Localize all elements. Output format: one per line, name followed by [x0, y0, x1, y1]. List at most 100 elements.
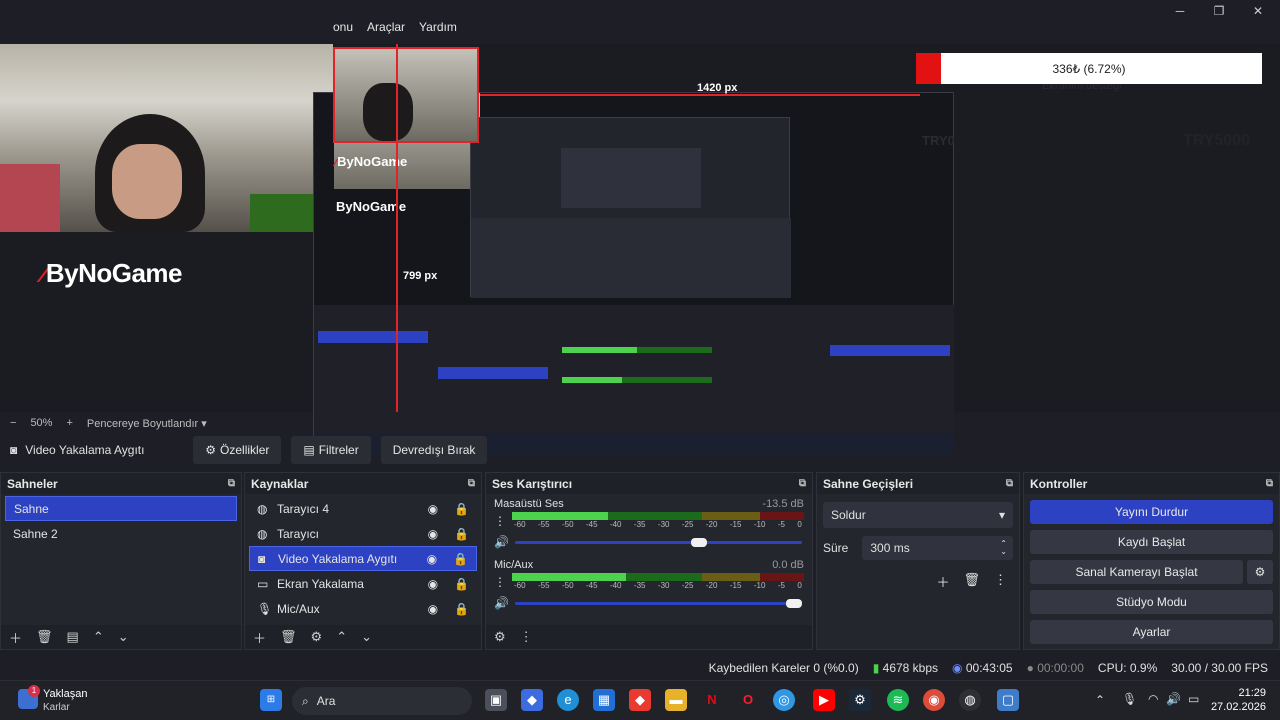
- gear-icon[interactable]: ⚙: [311, 629, 323, 645]
- task-view-icon[interactable]: ▣: [485, 689, 507, 711]
- undock-icon[interactable]: ⧉: [1266, 478, 1273, 489]
- chevron-up-icon[interactable]: ⌃: [93, 629, 104, 645]
- trash-icon[interactable]: 🗑: [280, 629, 297, 645]
- chrome-icon[interactable]: ◉: [923, 689, 945, 711]
- filter-icon[interactable]: ▤: [67, 629, 79, 645]
- copilot-icon[interactable]: ◆: [521, 689, 543, 711]
- selection-box[interactable]: [333, 47, 479, 143]
- source-item[interactable]: ◍ Tarayıcı 4 ◉ 🔒: [249, 496, 477, 521]
- menu-item-tools[interactable]: Araçlar: [367, 20, 405, 42]
- add-icon[interactable]: ＋: [253, 628, 266, 647]
- volume-icon[interactable]: 🔊: [1166, 692, 1181, 706]
- scene-item[interactable]: Sahne 2: [5, 521, 237, 546]
- clock-time[interactable]: 21:29: [1214, 687, 1266, 699]
- battery-icon[interactable]: ▭: [1188, 692, 1199, 706]
- gear-icon[interactable]: ⚙: [1247, 560, 1273, 584]
- close-button[interactable]: ✕: [1240, 2, 1276, 20]
- source-item[interactable]: ◍ Tarayıcı ◉ 🔒: [249, 521, 477, 546]
- start-virtual-camera-button[interactable]: Sanal Kamerayı Başlat: [1030, 560, 1243, 584]
- opera-icon[interactable]: O: [737, 689, 759, 711]
- undock-icon[interactable]: ⧉: [799, 478, 806, 489]
- advanced-audio-icon[interactable]: ⚙: [494, 629, 506, 645]
- menu-item-tools-partial[interactable]: onu: [333, 20, 353, 42]
- duration-input[interactable]: 300 ms ⌃ ⌄: [862, 536, 1013, 560]
- transition-select[interactable]: Soldur ▾: [823, 502, 1013, 528]
- volume-knob[interactable]: [691, 537, 708, 547]
- undock-icon[interactable]: ⧉: [468, 478, 475, 489]
- trash-icon[interactable]: 🗑: [963, 572, 980, 591]
- properties-button[interactable]: ⚙ Özellikler: [193, 436, 282, 464]
- fit-label: Pencereye Boyutlandır: [86, 417, 199, 430]
- transitions-dock: Sahne Geçişleri ⧉ Soldur ▾ Süre 300 ms ⌃ ⌄ ＋…: [816, 472, 1020, 650]
- meter-tick: -45: [585, 520, 598, 529]
- netflix-icon[interactable]: N: [701, 689, 723, 711]
- source-item[interactable]: ▭ Ekran Yakalama ◉ 🔒: [249, 571, 477, 596]
- add-icon[interactable]: ＋: [9, 628, 22, 647]
- lock-icon[interactable]: 🔒: [453, 552, 468, 566]
- eye-icon[interactable]: ◉: [428, 577, 438, 591]
- browser-icon[interactable]: ◎: [773, 689, 795, 711]
- lock-icon[interactable]: 🔒: [454, 527, 469, 541]
- gear-icon: ⚙: [205, 443, 217, 457]
- source-item[interactable]: 🎙 Mic/Aux ◉ 🔒: [249, 596, 477, 621]
- volume-slider[interactable]: [514, 537, 802, 547]
- spotify-icon[interactable]: ≋: [887, 689, 909, 711]
- stop-streaming-button[interactable]: Yayını Durdur: [1030, 500, 1273, 524]
- volume-slider[interactable]: [514, 598, 802, 608]
- preview-canvas[interactable]: ⁄ByNoGame ByNoGame TRY0 ⁄ByNoGame 1420 p…: [0, 44, 1280, 455]
- search-box[interactable]: ⌕ Ara: [292, 687, 472, 715]
- zoom-out-button[interactable]: −: [10, 417, 16, 429]
- menu-item-help[interactable]: Yardım: [419, 20, 457, 42]
- filters-button[interactable]: ▤ Filtreler: [291, 436, 371, 464]
- volume-knob[interactable]: [786, 598, 802, 608]
- chevron-down-icon[interactable]: ⌄: [118, 629, 129, 645]
- more-menu-icon[interactable]: ⋮: [994, 572, 1007, 591]
- scene-item[interactable]: Sahne: [5, 496, 237, 521]
- minimize-button[interactable]: ─: [1162, 2, 1198, 20]
- more-menu-icon[interactable]: ⋮: [494, 575, 506, 589]
- source-item[interactable]: ◙ Video Yakalama Aygıtı ◉ 🔒: [249, 546, 477, 571]
- eye-icon[interactable]: ◉: [428, 527, 438, 541]
- app-window-icon[interactable]: ▢: [997, 689, 1019, 711]
- mixer-channel: Mic/Aux 0.0 dB ⋮ -60 -55 -50 -45 -40 -35 -30 -25 -2…: [486, 555, 812, 616]
- trash-icon[interactable]: 🗑: [36, 629, 53, 645]
- speaker-icon[interactable]: 🔊: [494, 596, 509, 610]
- obs-icon[interactable]: ◍: [959, 689, 981, 711]
- app-red-icon[interactable]: ◆: [629, 689, 651, 711]
- undock-icon[interactable]: ⧉: [228, 478, 235, 489]
- active-source-name: Video Yakalama Aygıtı: [25, 443, 145, 457]
- chevron-up-icon[interactable]: ⌃: [336, 629, 347, 645]
- start-recording-button[interactable]: Kaydı Başlat: [1030, 530, 1273, 554]
- folder-icon[interactable]: ▬: [665, 689, 687, 711]
- fit-to-window-select[interactable]: Pencereye Boyutlandır ▾: [87, 417, 207, 430]
- deactivate-button[interactable]: Devredışı Bırak: [380, 436, 488, 464]
- eye-icon[interactable]: ◉: [427, 552, 437, 566]
- store-icon[interactable]: ▦: [593, 689, 615, 711]
- lock-icon[interactable]: 🔒: [454, 502, 469, 516]
- settings-button[interactable]: Ayarlar: [1030, 620, 1273, 644]
- more-menu-icon[interactable]: ⋮: [494, 514, 506, 528]
- microphone-icon[interactable]: 🎙: [1122, 692, 1137, 706]
- eye-icon[interactable]: ◉: [428, 602, 438, 616]
- studio-mode-button[interactable]: Stüdyo Modu: [1030, 590, 1273, 614]
- weather-title[interactable]: Yaklaşan: [43, 688, 87, 700]
- edge-icon[interactable]: e: [557, 689, 579, 711]
- add-icon[interactable]: ＋: [936, 572, 949, 591]
- chevron-down-icon[interactable]: ⌄: [361, 629, 372, 645]
- wifi-icon[interactable]: ◠: [1148, 692, 1158, 706]
- lock-icon[interactable]: 🔒: [454, 577, 469, 591]
- clock-date[interactable]: 27.02.2026: [1206, 701, 1266, 713]
- eye-icon[interactable]: ◉: [428, 502, 438, 516]
- steam-icon[interactable]: ⚙: [849, 689, 871, 711]
- channel-db: -13.5 dB: [762, 498, 804, 510]
- youtube-icon[interactable]: ▶: [813, 689, 835, 711]
- lock-icon[interactable]: 🔒: [454, 602, 469, 616]
- speaker-icon[interactable]: 🔊: [494, 535, 509, 549]
- undock-icon[interactable]: ⧉: [1006, 478, 1013, 489]
- zoom-in-button[interactable]: +: [66, 417, 72, 429]
- more-menu-icon[interactable]: ⋮: [520, 629, 533, 645]
- chevron-up-icon[interactable]: ⌃: [1095, 693, 1105, 707]
- windows-start-icon[interactable]: ⊞: [260, 689, 282, 711]
- maximize-button[interactable]: ❐: [1201, 2, 1237, 20]
- spin-icon[interactable]: ⌃ ⌄: [1000, 540, 1007, 556]
